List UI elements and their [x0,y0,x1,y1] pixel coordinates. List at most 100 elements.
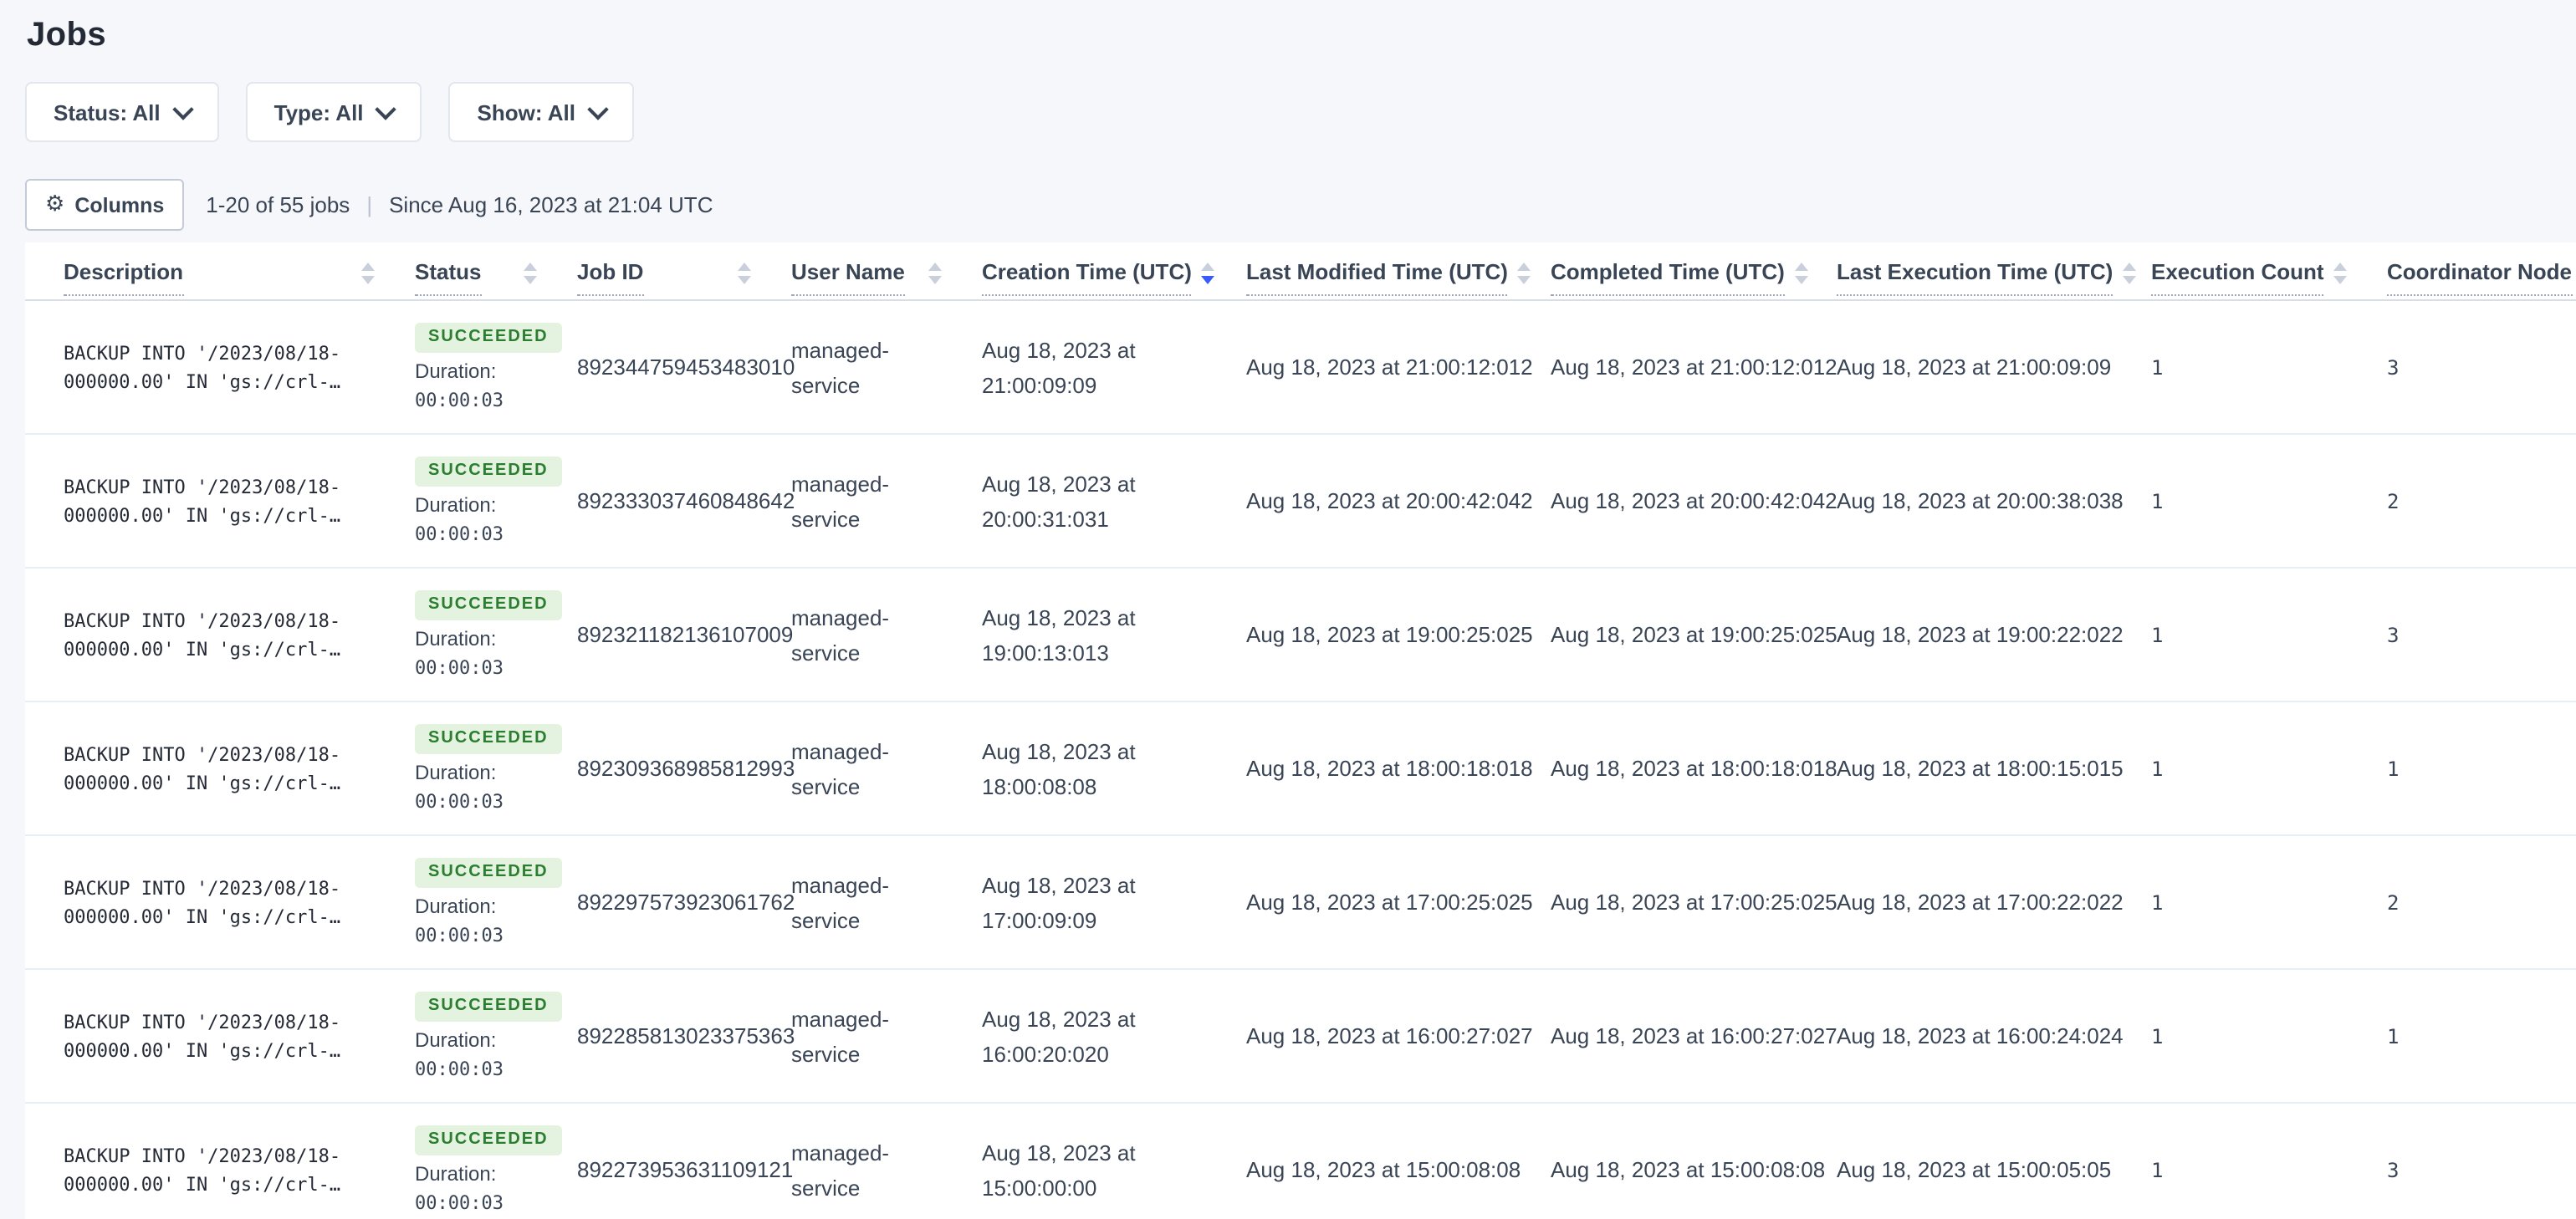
creation-time-cell: Aug 18, 2023 at 18:00:08:08 [982,738,1136,798]
last-modified-time-cell: Aug 18, 2023 at 15:00:08:08 [1246,1157,1521,1182]
column-header-creation-time[interactable]: Creation Time (UTC) [965,259,1229,296]
sort-arrows-icon [361,262,375,283]
table-row: BACKUP INTO '/2023/08/18- 000000.00' IN … [25,702,2576,836]
coordinator-node-cell: 3 [2387,355,2400,379]
creation-time-cell: Aug 18, 2023 at 19:00:13:013 [982,604,1136,665]
duration-value: 00:00:03 [415,1058,503,1080]
completed-time-cell: Aug 18, 2023 at 16:00:27:027 [1551,1023,1837,1048]
columns-button[interactable]: ⚙ Columns [25,179,185,231]
status-badge: SUCCEEDED [415,590,562,620]
completed-time-cell: Aug 18, 2023 at 18:00:18:018 [1551,756,1837,781]
last-execution-time-cell: Aug 18, 2023 at 20:00:38:038 [1837,488,2124,513]
job-description-link[interactable]: BACKUP INTO '/2023/08/18- 000000.00' IN … [25,569,398,701]
execution-count-cell: 1 [2151,890,2164,914]
job-status-cell: SUCCEEDED Duration: 00:00:03 [398,301,562,433]
status-badge: SUCCEEDED [415,1125,562,1155]
job-id-cell: 892309368985812993 [577,756,795,781]
coordinator-node-cell: 3 [2387,623,2400,646]
column-header-last-modified-time[interactable]: Last Modified Time (UTC) [1229,259,1534,296]
coordinator-node-cell: 2 [2387,489,2400,513]
column-header-description[interactable]: Description [25,259,398,296]
status-badge: SUCCEEDED [415,858,562,888]
last-execution-time-cell: Aug 18, 2023 at 18:00:15:015 [1837,756,2124,781]
status-filter-dropdown[interactable]: Status: All [25,82,219,142]
sort-arrows-icon [928,262,942,283]
coordinator-node-cell: 2 [2387,890,2400,914]
last-modified-time-cell: Aug 18, 2023 at 19:00:25:025 [1246,622,1533,647]
job-status-cell: SUCCEEDED Duration: 00:00:03 [398,836,562,968]
user-name-cell: managed-service [791,337,890,397]
table-row: BACKUP INTO '/2023/08/18- 000000.00' IN … [25,301,2576,435]
type-filter-dropdown[interactable]: Type: All [245,82,422,142]
job-id-cell: 892273953631109121 [577,1157,794,1182]
execution-count-cell: 1 [2151,489,2164,513]
gear-icon: ⚙ [45,192,65,217]
status-filter-label: Status: All [54,99,161,125]
coordinator-node-cell: 1 [2387,757,2400,780]
job-id-cell: 892344759453483010 [577,354,795,380]
completed-time-cell: Aug 18, 2023 at 21:00:12:012 [1551,354,1837,380]
user-name-cell: managed-service [791,471,890,531]
creation-time-cell: Aug 18, 2023 at 16:00:20:020 [982,1006,1136,1066]
last-modified-time-cell: Aug 18, 2023 at 18:00:18:018 [1246,756,1533,781]
jobs-page: Jobs Status: All Type: All Show: All ⚙ C… [0,0,2576,1219]
type-filter-label: Type: All [273,99,364,125]
column-header-last-execution-time[interactable]: Last Execution Time (UTC) [1820,259,2137,296]
duration-value: 00:00:03 [415,1192,503,1214]
job-description-link[interactable]: BACKUP INTO '/2023/08/18- 000000.00' IN … [25,301,398,433]
table-row: BACKUP INTO '/2023/08/18- 000000.00' IN … [25,1104,2576,1219]
job-description-link[interactable]: BACKUP INTO '/2023/08/18- 000000.00' IN … [25,836,398,968]
column-header-coordinator-node[interactable]: Coordinator Node [2370,259,2576,296]
column-header-status[interactable]: Status [398,259,560,296]
results-count: 1-20 of 55 jobs [206,192,350,217]
job-status-cell: SUCCEEDED Duration: 00:00:03 [398,1104,562,1219]
execution-count-cell: 1 [2151,1158,2164,1181]
column-header-user-name[interactable]: User Name [774,259,965,296]
since-timestamp: Since Aug 16, 2023 at 21:04 UTC [389,192,713,217]
creation-time-cell: Aug 18, 2023 at 15:00:00:00 [982,1140,1136,1200]
sort-arrows-icon [2333,262,2348,283]
execution-count-cell: 1 [2151,355,2164,379]
column-header-completed-time[interactable]: Completed Time (UTC) [1534,259,1820,296]
job-status-cell: SUCCEEDED Duration: 00:00:03 [398,569,562,701]
job-status-cell: SUCCEEDED Duration: 00:00:03 [398,435,562,567]
job-description-link[interactable]: BACKUP INTO '/2023/08/18- 000000.00' IN … [25,1104,398,1219]
chevron-down-icon [587,98,609,120]
table-body: BACKUP INTO '/2023/08/18- 000000.00' IN … [25,301,2576,1219]
last-execution-time-cell: Aug 18, 2023 at 15:00:05:05 [1837,1157,2112,1182]
job-status-cell: SUCCEEDED Duration: 00:00:03 [398,702,562,834]
job-description-link[interactable]: BACKUP INTO '/2023/08/18- 000000.00' IN … [25,435,398,567]
column-header-execution-count[interactable]: Execution Count [2134,259,2370,296]
last-execution-time-cell: Aug 18, 2023 at 21:00:09:09 [1837,354,2112,380]
execution-count-cell: 1 [2151,757,2164,780]
separator: | [366,192,373,217]
job-status-cell: SUCCEEDED Duration: 00:00:03 [398,970,562,1102]
sort-arrows-icon-active-desc [1201,262,1215,283]
coordinator-node-cell: 3 [2387,1158,2400,1181]
table-row: BACKUP INTO '/2023/08/18- 000000.00' IN … [25,435,2576,569]
column-header-job-id[interactable]: Job ID [560,259,774,296]
table-toolbar: ⚙ Columns 1-20 of 55 jobs | Since Aug 16… [25,179,2576,231]
job-description-link[interactable]: BACKUP INTO '/2023/08/18- 000000.00' IN … [25,702,398,834]
job-id-cell: 892297573923061762 [577,890,795,915]
table-row: BACKUP INTO '/2023/08/18- 000000.00' IN … [25,836,2576,970]
last-modified-time-cell: Aug 18, 2023 at 21:00:12:012 [1246,354,1533,380]
filter-bar: Status: All Type: All Show: All [25,82,2576,142]
completed-time-cell: Aug 18, 2023 at 20:00:42:042 [1551,488,1837,513]
creation-time-cell: Aug 18, 2023 at 20:00:31:031 [982,471,1136,531]
status-badge: SUCCEEDED [415,724,562,754]
execution-count-cell: 1 [2151,623,2164,646]
sort-arrows-icon [2123,262,2137,283]
duration-value: 00:00:03 [415,657,503,679]
last-execution-time-cell: Aug 18, 2023 at 16:00:24:024 [1837,1023,2124,1048]
last-modified-time-cell: Aug 18, 2023 at 16:00:27:027 [1246,1023,1533,1048]
show-filter-label: Show: All [477,99,576,125]
user-name-cell: managed-service [791,738,890,798]
table-header-row: Description Status Job ID User Name Crea… [25,242,2576,301]
sort-arrows-icon [524,262,537,283]
job-description-link[interactable]: BACKUP INTO '/2023/08/18- 000000.00' IN … [25,970,398,1102]
duration-value: 00:00:03 [415,791,503,813]
show-filter-dropdown[interactable]: Show: All [448,82,635,142]
last-modified-time-cell: Aug 18, 2023 at 20:00:42:042 [1246,488,1533,513]
completed-time-cell: Aug 18, 2023 at 19:00:25:025 [1551,622,1837,647]
